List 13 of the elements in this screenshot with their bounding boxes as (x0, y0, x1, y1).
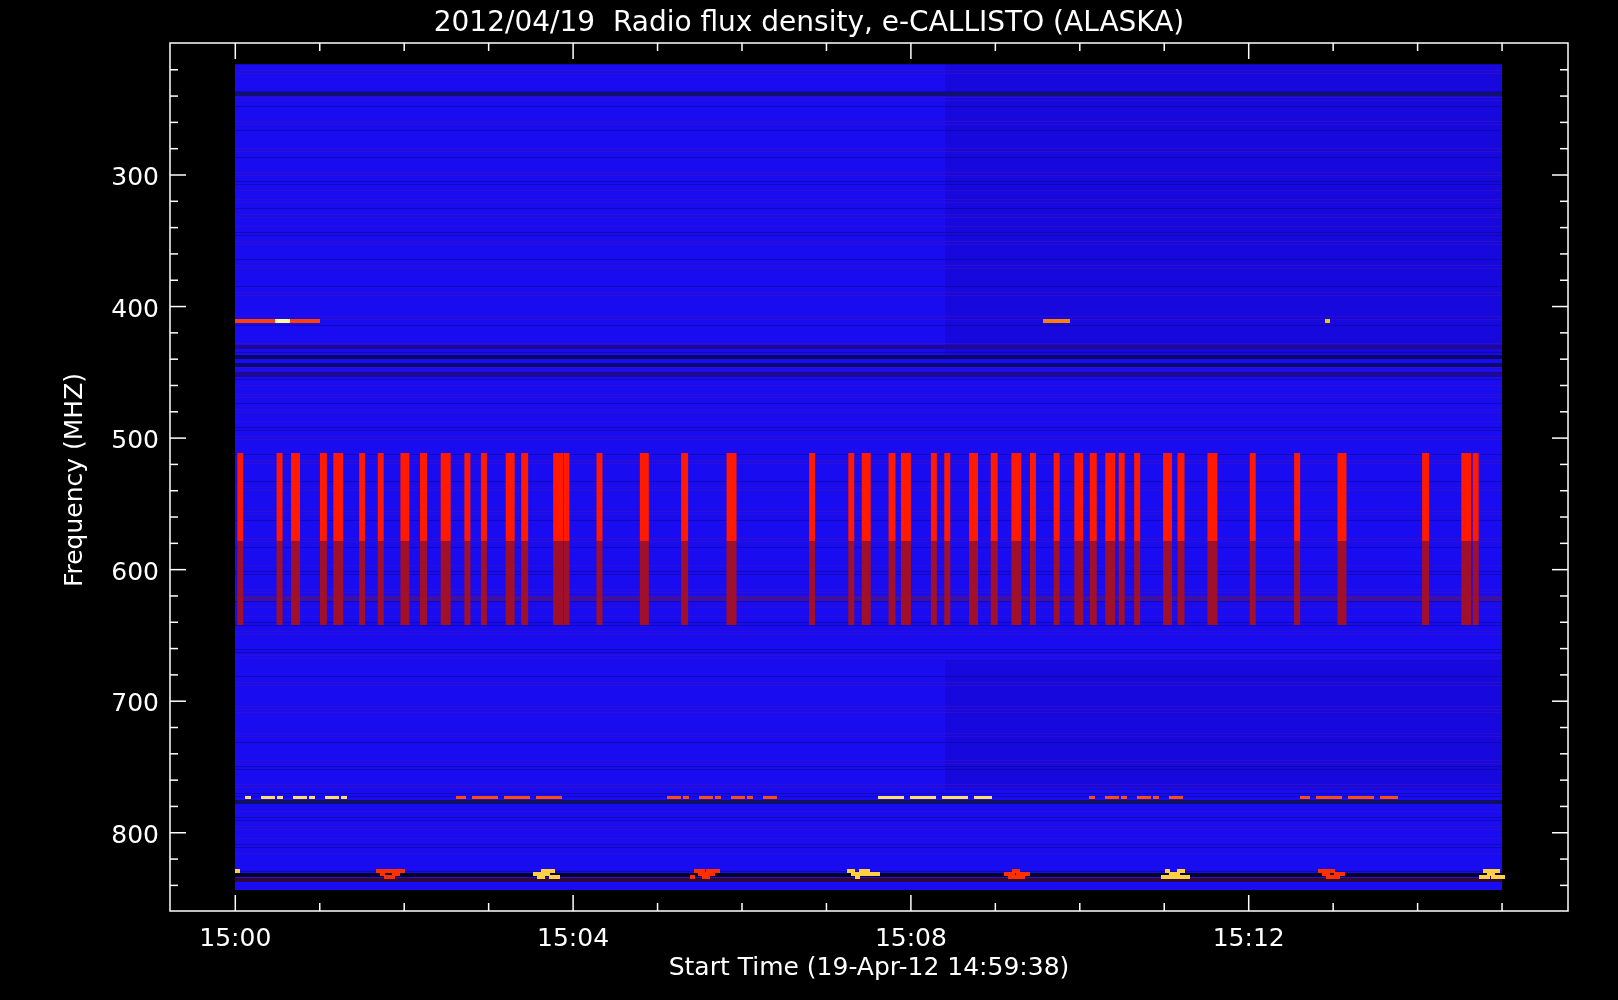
y-tick-label: 700 (111, 688, 159, 718)
x-tick-label: 15:08 (874, 923, 947, 952)
y-tick-label: 800 (111, 819, 159, 849)
y-tick-label: 300 (111, 162, 159, 191)
x-axis-label: Start Time (19-Apr-12 14:59:38) (668, 952, 1070, 981)
y-tick-label: 600 (111, 556, 159, 586)
x-tick-label: 15:12 (1212, 923, 1285, 952)
y-tick-label: 400 (111, 293, 159, 323)
x-tick-label: 15:00 (199, 923, 272, 952)
x-tick-label: 15:04 (537, 923, 610, 952)
y-axis-label: Frequency (MHZ) (59, 372, 88, 588)
y-tick-label: 500 (111, 425, 159, 455)
chart-title: 2012/04/19 Radio flux density, e-CALLISTO (ALASKA) (433, 5, 1185, 38)
